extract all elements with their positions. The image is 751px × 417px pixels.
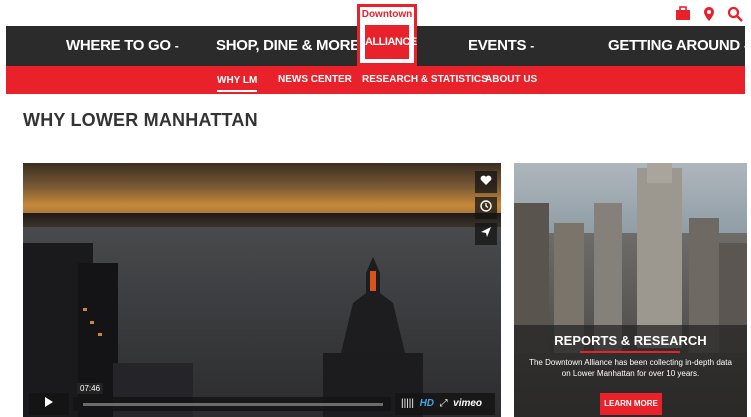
sub-navigation: WHY LM NEWS CENTER RESEARCH & STATISTICS… (6, 66, 745, 94)
play-icon (45, 397, 53, 407)
nav-label: SHOP, DINE & MORE (216, 37, 360, 54)
video-skyline (23, 243, 423, 417)
vimeo-logo[interactable]: vimeo (453, 398, 482, 409)
video-controls: 07:46 ||||| HD ⤢ vimeo (29, 383, 495, 415)
send-icon (481, 227, 491, 237)
watch-later-button[interactable] (475, 197, 497, 219)
nav-label: GETTING AROUND (608, 37, 740, 54)
video-time: 07:46 (77, 383, 104, 394)
progress-bar[interactable] (73, 397, 391, 411)
nav-events[interactable]: EVENTS - (468, 26, 534, 66)
reports-research-card[interactable]: REPORTS & RESEARCH The Downtown Alliance… (514, 163, 747, 417)
nav-caret: - (530, 39, 534, 53)
volume-icon[interactable]: ||||| (401, 398, 414, 409)
card-divider (580, 351, 680, 353)
heart-icon (480, 175, 492, 185)
like-button[interactable] (475, 171, 497, 193)
progress-track (83, 403, 383, 406)
logo-top-text: Downtown (361, 9, 413, 20)
page-title: WHY LOWER MANHATTAN (23, 110, 258, 130)
nav-where-to-go[interactable]: WHERE TO GO - (66, 26, 179, 66)
subnav-news-center[interactable]: NEWS CENTER (278, 66, 352, 94)
downtown-alliance-logo[interactable]: Downtown ALLIANCE (357, 4, 417, 66)
search-icon[interactable] (727, 6, 743, 22)
clock-icon (480, 200, 492, 212)
utility-icons (675, 6, 743, 22)
nav-label: EVENTS (468, 37, 527, 54)
subnav-about-us[interactable]: ABOUT US (485, 66, 537, 94)
nav-caret: - (743, 39, 748, 53)
nav-caret: - (174, 39, 179, 53)
video-player[interactable]: 07:46 ||||| HD ⤢ vimeo (23, 163, 501, 417)
player-options: ||||| HD ⤢ vimeo (395, 393, 495, 415)
map-pin-icon[interactable] (701, 6, 717, 22)
nav-label: WHERE TO GO (66, 37, 171, 54)
nav-shop-dine-more[interactable]: SHOP, DINE & MORE- (216, 26, 368, 66)
card-description: The Downtown Alliance has been collectin… (529, 358, 732, 378)
logo-box-text: ALLIANCE (365, 25, 417, 59)
subnav-research-statistics[interactable]: RESEARCH & STATISTICS (362, 66, 488, 94)
fullscreen-icon[interactable]: ⤢ (440, 398, 448, 409)
nav-getting-around[interactable]: GETTING AROUND - (608, 26, 748, 66)
subnav-why-lm[interactable]: WHY LM (217, 68, 258, 92)
card-title: REPORTS & RESEARCH (554, 333, 707, 348)
play-button[interactable] (29, 393, 69, 415)
learn-more-button[interactable]: LEARN MORE (600, 393, 662, 415)
share-button[interactable] (475, 223, 497, 245)
hd-toggle[interactable]: HD (420, 398, 434, 409)
briefcase-icon[interactable] (675, 6, 691, 22)
